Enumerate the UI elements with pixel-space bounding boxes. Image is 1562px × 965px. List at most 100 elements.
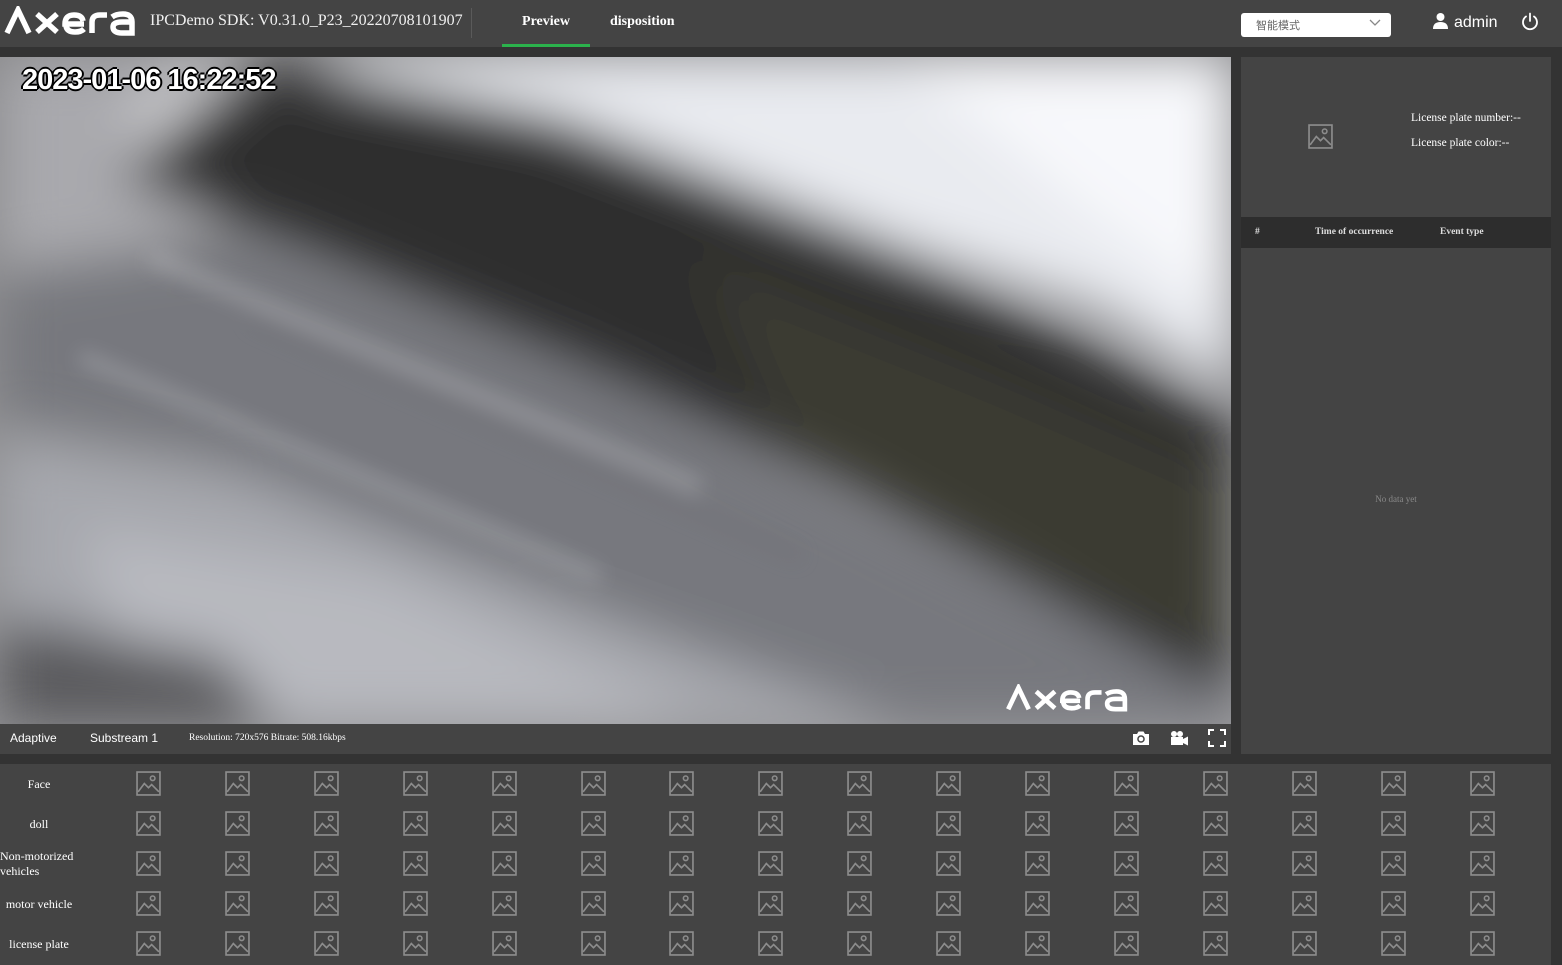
image-placeholder-icon[interactable]: [225, 931, 250, 961]
substream-button[interactable]: Substream 1: [90, 731, 158, 745]
image-placeholder-icon[interactable]: [1291, 771, 1317, 801]
image-placeholder-icon[interactable]: [225, 851, 250, 881]
image-placeholder-icon[interactable]: [1469, 851, 1495, 881]
video-record-icon[interactable]: [1169, 729, 1189, 752]
image-placeholder-icon[interactable]: [225, 891, 250, 921]
image-placeholder-icon[interactable]: [402, 891, 428, 921]
image-placeholder-icon[interactable]: [936, 891, 961, 921]
image-placeholder-icon[interactable]: [1114, 891, 1139, 921]
image-placeholder-icon[interactable]: [758, 931, 784, 961]
image-placeholder-icon[interactable]: [936, 931, 961, 961]
image-placeholder-icon[interactable]: [136, 851, 161, 881]
image-placeholder-icon[interactable]: [669, 891, 695, 921]
image-placeholder-icon[interactable]: [847, 811, 872, 841]
image-placeholder-icon[interactable]: [402, 771, 428, 801]
image-placeholder-icon[interactable]: [580, 811, 606, 841]
image-placeholder-icon[interactable]: [1203, 851, 1228, 881]
image-placeholder-icon[interactable]: [1203, 771, 1228, 801]
image-placeholder-icon[interactable]: [314, 931, 339, 961]
image-placeholder-icon[interactable]: [580, 851, 606, 881]
image-placeholder-icon[interactable]: [847, 771, 872, 801]
adaptive-button[interactable]: Adaptive: [10, 731, 57, 745]
image-placeholder-icon[interactable]: [1025, 931, 1050, 961]
image-placeholder-icon[interactable]: [314, 811, 339, 841]
image-placeholder-icon[interactable]: [669, 771, 695, 801]
image-placeholder-icon[interactable]: [847, 851, 872, 881]
image-placeholder-icon[interactable]: [936, 851, 961, 881]
image-placeholder-icon[interactable]: [758, 811, 784, 841]
image-placeholder-icon[interactable]: [1025, 771, 1050, 801]
image-placeholder-icon[interactable]: [1380, 811, 1406, 841]
image-placeholder-icon[interactable]: [758, 771, 784, 801]
image-placeholder-icon[interactable]: [314, 771, 339, 801]
col-event-type: Event type: [1440, 227, 1484, 237]
image-placeholder-icon[interactable]: [491, 931, 517, 961]
image-placeholder-icon[interactable]: [669, 931, 695, 961]
image-placeholder-icon[interactable]: [1114, 931, 1139, 961]
image-placeholder-icon[interactable]: [1203, 891, 1228, 921]
grid-row-license-plate: license plate: [0, 924, 1551, 964]
image-placeholder-icon[interactable]: [936, 771, 961, 801]
image-placeholder-icon[interactable]: [580, 931, 606, 961]
image-placeholder-icon[interactable]: [1469, 931, 1495, 961]
image-placeholder-icon[interactable]: [1025, 851, 1050, 881]
row-label: motor vehicle: [5, 896, 73, 911]
fullscreen-icon[interactable]: [1208, 729, 1226, 752]
tab-disposition[interactable]: disposition: [610, 14, 675, 30]
image-placeholder-icon[interactable]: [1114, 851, 1139, 881]
image-placeholder-icon[interactable]: [580, 771, 606, 801]
tab-preview[interactable]: Preview: [502, 14, 590, 30]
image-placeholder-icon[interactable]: [1291, 931, 1317, 961]
image-placeholder-icon[interactable]: [1380, 851, 1406, 881]
image-placeholder-icon[interactable]: [1291, 811, 1317, 841]
mode-select[interactable]: 智能模式: [1241, 13, 1391, 37]
image-placeholder-icon[interactable]: [847, 891, 872, 921]
power-icon[interactable]: [1520, 12, 1540, 37]
image-placeholder-icon[interactable]: [758, 891, 784, 921]
image-placeholder-icon[interactable]: [936, 811, 961, 841]
image-placeholder-icon[interactable]: [225, 811, 250, 841]
image-placeholder-icon[interactable]: [1025, 891, 1050, 921]
image-placeholder-icon[interactable]: [1203, 811, 1228, 841]
image-placeholder-icon[interactable]: [758, 851, 784, 881]
image-placeholder-icon[interactable]: [314, 891, 339, 921]
user-menu[interactable]: admin: [1432, 12, 1498, 34]
image-placeholder-icon[interactable]: [1114, 771, 1139, 801]
image-placeholder-icon[interactable]: [402, 931, 428, 961]
image-placeholder-icon[interactable]: [1380, 771, 1406, 801]
image-placeholder-icon[interactable]: [669, 811, 695, 841]
image-placeholder-icon[interactable]: [1380, 931, 1406, 961]
image-placeholder-icon[interactable]: [1469, 811, 1495, 841]
camera-icon[interactable]: [1131, 729, 1151, 752]
image-placeholder-icon[interactable]: [1114, 811, 1139, 841]
image-placeholder-icon[interactable]: [1025, 811, 1050, 841]
image-placeholder-icon[interactable]: [1203, 931, 1228, 961]
image-placeholder-icon[interactable]: [402, 811, 428, 841]
image-placeholder-icon[interactable]: [491, 851, 517, 881]
video-toolbar: Adaptive Substream 1 Resolution: 720x576…: [0, 724, 1231, 754]
image-placeholder-icon[interactable]: [491, 891, 517, 921]
image-placeholder-icon[interactable]: [1469, 891, 1495, 921]
video-timestamp: 2023-01-06 16:22:52: [22, 64, 276, 96]
image-placeholder-icon[interactable]: [402, 851, 428, 881]
image-placeholder-icon[interactable]: [136, 931, 161, 961]
image-placeholder-icon[interactable]: [491, 811, 517, 841]
image-placeholder-icon[interactable]: [580, 891, 606, 921]
image-placeholder-icon[interactable]: [136, 891, 161, 921]
image-placeholder-icon[interactable]: [1469, 771, 1495, 801]
grid-row-face: Face: [0, 764, 1551, 804]
plate-number-label: License plate number:--: [1411, 112, 1521, 124]
user-name: admin: [1454, 14, 1498, 31]
image-placeholder-icon[interactable]: [847, 931, 872, 961]
image-placeholder-icon[interactable]: [314, 851, 339, 881]
image-placeholder-icon[interactable]: [1291, 891, 1317, 921]
image-placeholder-icon[interactable]: [1380, 891, 1406, 921]
image-placeholder-icon[interactable]: [136, 771, 161, 801]
image-placeholder-icon[interactable]: [1291, 851, 1317, 881]
video-preview[interactable]: 2023-01-06 16:22:52: [0, 57, 1231, 724]
image-placeholder-icon[interactable]: [225, 771, 250, 801]
image-placeholder-icon[interactable]: [136, 811, 161, 841]
grid-row-doll: doll: [0, 804, 1551, 844]
image-placeholder-icon[interactable]: [491, 771, 517, 801]
image-placeholder-icon[interactable]: [669, 851, 695, 881]
